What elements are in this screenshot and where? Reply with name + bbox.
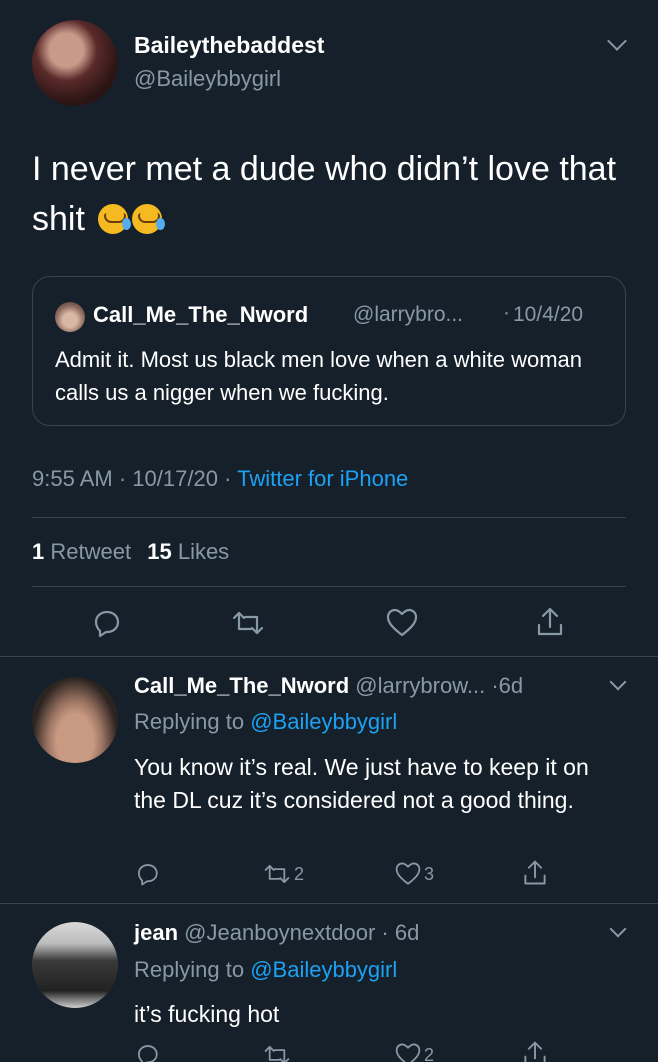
tweet-time[interactable]: 9:55 AM — [32, 466, 113, 491]
like-count: 2 — [424, 1045, 435, 1062]
chevron-down-icon[interactable] — [609, 673, 627, 691]
heart-icon[interactable] — [394, 861, 422, 887]
replying-to-label: Replying to — [134, 709, 245, 734]
rolling-laughing-emoji-icon — [132, 204, 166, 234]
separator-dot: · — [375, 920, 395, 945]
reply-header: jean @Jeanboynextdoor · 6d — [134, 920, 419, 946]
divider — [32, 586, 626, 587]
heart-icon[interactable] — [394, 1042, 422, 1062]
quoted-avatar — [55, 302, 85, 332]
reply-tweet[interactable]: jean @Jeanboynextdoor · 6d Replying to @… — [0, 904, 658, 1062]
timestamp-line: 9:55 AM · 10/17/20 · Twitter for iPhone — [32, 466, 408, 492]
quoted-tweet-card[interactable]: Call_Me_The_Nword @larrybro... · 10/4/20… — [32, 276, 626, 426]
display-name[interactable]: Baileythebaddest — [134, 32, 324, 59]
replying-to-handle[interactable]: @Baileybbygirl — [250, 709, 397, 734]
share-icon[interactable] — [521, 1039, 549, 1062]
retweet-icon[interactable] — [262, 1042, 292, 1062]
reply-age: 6d — [498, 673, 524, 698]
replying-to-label: Replying to — [134, 957, 245, 982]
divider — [32, 517, 626, 518]
replying-to: Replying to @Baileybbygirl — [134, 957, 397, 983]
share-icon[interactable] — [534, 605, 566, 639]
replying-to-handle[interactable]: @Baileybbygirl — [250, 957, 397, 982]
reply-header: Call_Me_The_Nword @larrybrow... ·6d — [134, 673, 523, 699]
chevron-down-icon[interactable] — [609, 920, 627, 938]
display-name[interactable]: Call_Me_The_Nword — [134, 673, 349, 698]
handle[interactable]: @Baileybbygirl — [134, 66, 281, 92]
avatar[interactable] — [32, 677, 118, 763]
retweet-count: 2 — [294, 864, 305, 884]
replying-to: Replying to @Baileybbygirl — [134, 709, 397, 735]
rolling-laughing-emoji-icon — [98, 204, 132, 234]
separator-dot: · — [118, 466, 133, 491]
quoted-text: Admit it. Most us black men love when a … — [55, 347, 583, 405]
retweet-count: 1 — [32, 539, 45, 564]
avatar[interactable] — [32, 922, 118, 1008]
heart-icon[interactable] — [385, 607, 419, 639]
tweet-date[interactable]: 10/17/20 — [132, 466, 218, 491]
like-label: Likes — [177, 539, 230, 564]
handle[interactable]: @Jeanboynextdoor — [184, 920, 375, 945]
retweet-label: Retweet — [50, 539, 132, 564]
reply-icon[interactable] — [134, 861, 160, 887]
like-count: 15 — [147, 539, 172, 564]
reply-text: it’s fucking hot — [134, 1001, 280, 1027]
quoted-date: 10/4/20 — [513, 303, 584, 326]
quoted-handle: @larrybro... — [353, 303, 464, 326]
tweet-text: I never met a dude who didn’t love that … — [32, 144, 632, 244]
tweet-stats: 1 Retweet 15 Likes — [32, 539, 229, 565]
retweet-icon[interactable] — [230, 607, 266, 639]
retweet-stat[interactable]: 1 Retweet — [32, 539, 137, 564]
reply-text: You know it’s real. We just have to keep… — [134, 754, 589, 813]
chevron-down-icon[interactable] — [607, 31, 627, 51]
display-name[interactable]: jean — [134, 920, 178, 945]
reply-icon[interactable] — [134, 1042, 160, 1062]
reply-icon[interactable] — [90, 607, 122, 639]
avatar[interactable] — [32, 20, 118, 106]
separator-dot: · — [224, 466, 238, 491]
tweet-source-link[interactable]: Twitter for iPhone — [237, 466, 408, 491]
retweet-icon[interactable] — [262, 861, 292, 887]
like-stat[interactable]: 15 Likes — [147, 539, 229, 564]
reply-age: 6d — [394, 920, 420, 945]
reply-tweet[interactable]: Call_Me_The_Nword @larrybrow... ·6d Repl… — [0, 657, 658, 902]
share-icon[interactable] — [521, 858, 549, 888]
quoted-display-name: Call_Me_The_Nword — [93, 302, 309, 327]
quoted-separator-dot: · — [503, 301, 510, 324]
handle[interactable]: @larrybrow... — [355, 673, 485, 698]
separator-dot: · — [491, 673, 499, 698]
like-count: 3 — [424, 864, 435, 884]
